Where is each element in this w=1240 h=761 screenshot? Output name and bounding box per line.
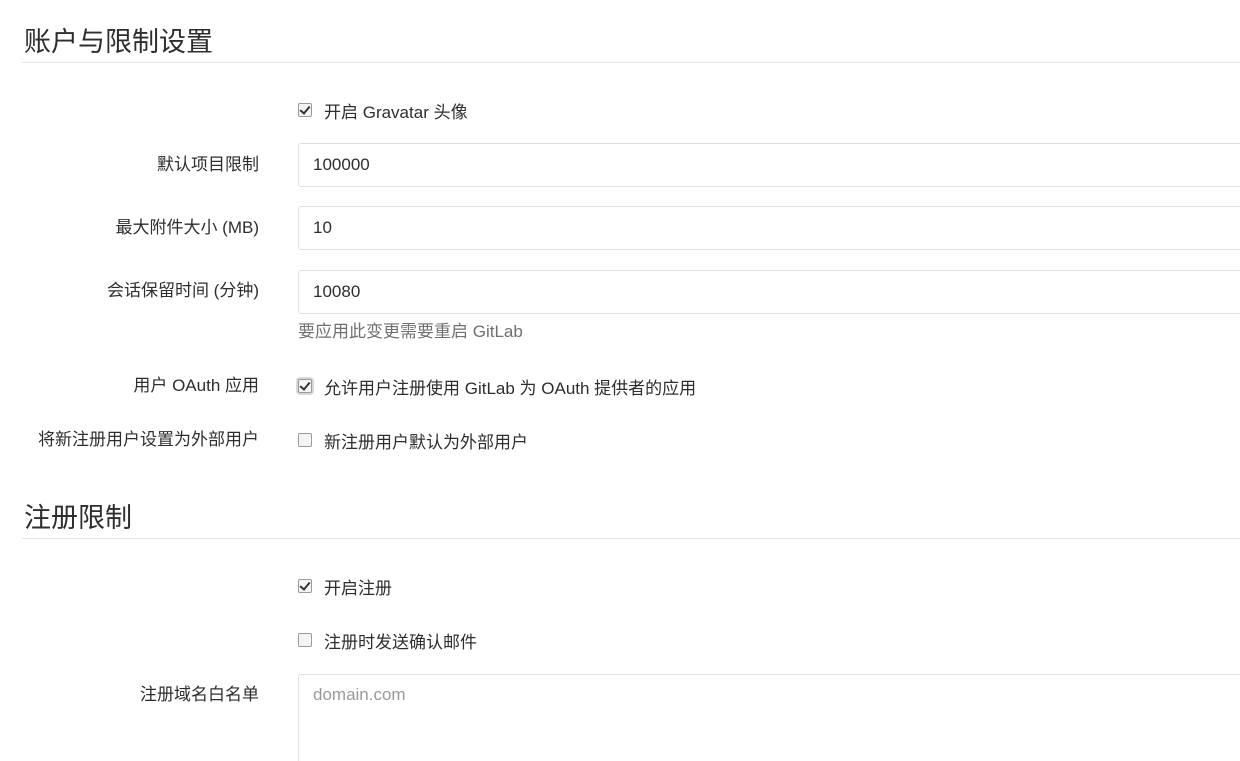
account-limits-section-title: 账户与限制设置	[24, 27, 213, 57]
default-projects-limit-label: 默认项目限制	[157, 155, 259, 174]
external-users-label: 将新注册用户设置为外部用户	[38, 430, 259, 449]
user-oauth-checkbox[interactable]	[298, 379, 312, 393]
external-users-checkbox-label[interactable]: 新注册用户默认为外部用户	[324, 428, 528, 453]
user-oauth-checkbox-row[interactable]: 允许用户注册使用 GitLab 为 OAuth 提供者的应用	[298, 374, 696, 399]
session-expire-label: 会话保留时间 (分钟)	[106, 281, 259, 300]
signup-restrictions-section-title: 注册限制	[24, 503, 132, 533]
admin-settings-page: 账户与限制设置 开启 Gravatar 头像 默认项目限制 最大附件大小 (MB…	[0, 0, 1240, 761]
domain-whitelist-textarea[interactable]	[298, 674, 1240, 761]
domain-whitelist-label: 注册域名白名单	[140, 685, 259, 704]
session-expire-input[interactable]	[298, 270, 1240, 314]
signup-enabled-checkbox-row[interactable]: 开启注册	[298, 574, 392, 599]
section-divider	[22, 538, 1240, 539]
send-confirmation-checkbox[interactable]	[298, 633, 312, 647]
session-expire-help-text: 要应用此变更需要重启 GitLab	[298, 322, 523, 341]
default-projects-limit-input[interactable]	[298, 143, 1240, 187]
user-oauth-label: 用户 OAuth 应用	[133, 376, 259, 395]
max-attachment-size-label: 最大附件大小 (MB)	[115, 218, 259, 237]
gravatar-checkbox-label[interactable]: 开启 Gravatar 头像	[324, 98, 468, 123]
gravatar-checkbox[interactable]	[298, 103, 312, 117]
external-users-checkbox[interactable]	[298, 433, 312, 447]
user-oauth-checkbox-label[interactable]: 允许用户注册使用 GitLab 为 OAuth 提供者的应用	[324, 374, 696, 399]
external-users-checkbox-row[interactable]: 新注册用户默认为外部用户	[298, 428, 528, 453]
signup-enabled-checkbox[interactable]	[298, 579, 312, 593]
gravatar-checkbox-row[interactable]: 开启 Gravatar 头像	[298, 98, 468, 123]
send-confirmation-checkbox-row[interactable]: 注册时发送确认邮件	[298, 628, 477, 653]
section-divider	[22, 62, 1240, 63]
signup-enabled-checkbox-label[interactable]: 开启注册	[324, 574, 392, 599]
send-confirmation-checkbox-label[interactable]: 注册时发送确认邮件	[324, 628, 477, 653]
max-attachment-size-input[interactable]	[298, 206, 1240, 250]
